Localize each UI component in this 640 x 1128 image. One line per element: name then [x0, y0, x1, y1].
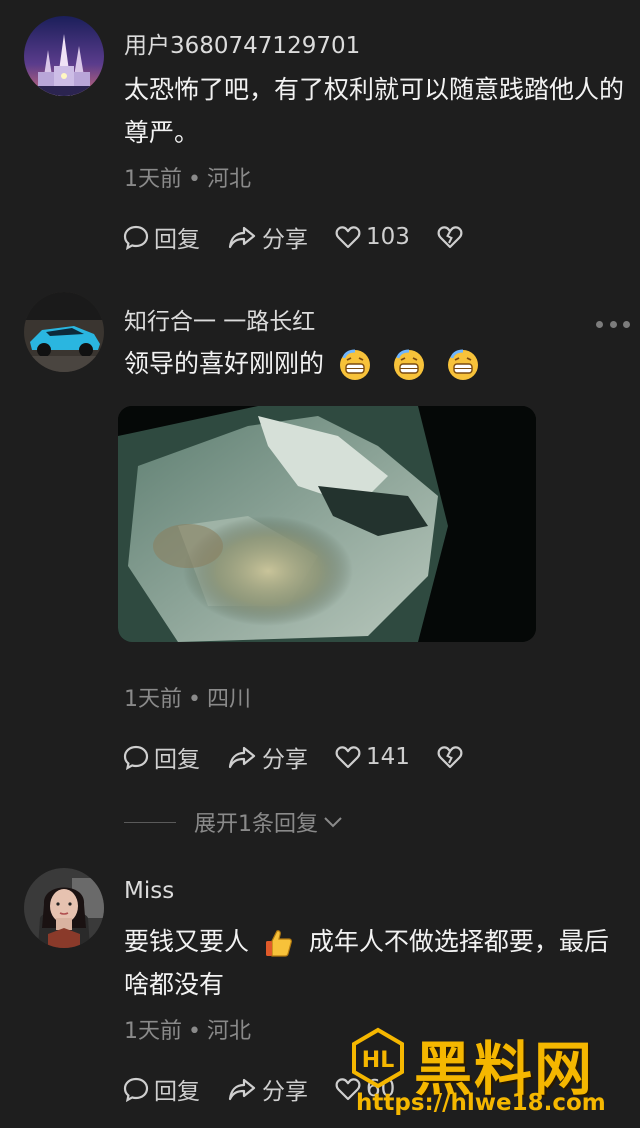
- broken-heart-icon: [437, 746, 463, 769]
- broken-heart-icon: [437, 226, 463, 249]
- comment-text-block: 要钱又要人 成年人不做选择都要，最后啥都没有: [124, 920, 624, 1006]
- divider-line: [124, 821, 176, 823]
- like-count: 141: [366, 744, 410, 770]
- comment-text: 领导的喜好刚刚的: [124, 349, 325, 378]
- share-arrow-icon: [228, 226, 256, 249]
- separator-dot: •: [188, 167, 201, 192]
- user-avatar[interactable]: [24, 868, 104, 948]
- sports-car-avatar-icon: [24, 292, 104, 372]
- user-avatar[interactable]: [24, 292, 104, 372]
- dot-icon: [596, 320, 603, 328]
- username[interactable]: 用户3680747129701: [124, 26, 360, 60]
- heart-icon: [335, 226, 361, 249]
- share-label: 分享: [262, 1079, 308, 1105]
- separator-dot: •: [188, 687, 201, 712]
- comment-text-part: 要钱又要人: [124, 927, 250, 956]
- expand-replies-label: 展开1条回复: [194, 812, 318, 837]
- heart-icon: [335, 746, 361, 769]
- comment-bubble-icon: [123, 745, 149, 771]
- dislike-button[interactable]: [436, 743, 468, 771]
- comment-location: 河北: [206, 167, 251, 192]
- chevron-down-icon: [324, 817, 342, 828]
- share-button[interactable]: 分享: [226, 740, 308, 774]
- castle-avatar-icon: [24, 16, 104, 96]
- share-arrow-icon: [228, 746, 256, 769]
- username[interactable]: 知行合一 一路长红: [124, 302, 315, 336]
- grinning-sweat-emoji-icon: [339, 349, 370, 380]
- comment-meta: 1天前 • 四川: [124, 681, 251, 713]
- username[interactable]: Miss: [124, 878, 174, 904]
- expand-replies-button[interactable]: 展开1条回复: [124, 806, 344, 838]
- share-button[interactable]: 分享: [226, 1072, 308, 1106]
- share-button[interactable]: 分享: [226, 220, 308, 254]
- bed-photo-image: [118, 406, 536, 642]
- share-arrow-icon: [228, 1078, 256, 1101]
- user-avatar[interactable]: [24, 16, 104, 96]
- thumbs-up-emoji-icon: [265, 930, 292, 957]
- share-label: 分享: [262, 227, 308, 253]
- reply-label: 回复: [154, 1079, 200, 1105]
- comment-bubble-icon: [123, 225, 149, 251]
- grinning-sweat-emoji-icon: [393, 349, 424, 380]
- like-button[interactable]: 141: [334, 743, 410, 771]
- dislike-button[interactable]: [436, 223, 468, 251]
- reply-label: 回复: [154, 227, 200, 253]
- woman-avatar-icon: [24, 868, 104, 948]
- dot-icon: [609, 320, 617, 328]
- comment-actions: 回复 分享 103: [122, 219, 494, 255]
- more-options-button[interactable]: [596, 318, 630, 330]
- reply-button[interactable]: 回复: [122, 220, 200, 254]
- comment-meta: 1天前 • 河北: [124, 1013, 251, 1045]
- comment-image[interactable]: [118, 406, 536, 642]
- comment-time: 1天前: [124, 167, 182, 192]
- grinning-sweat-emoji-icon: [447, 349, 478, 380]
- share-label: 分享: [262, 747, 308, 773]
- comment-time: 1天前: [124, 687, 182, 712]
- watermark-url: https://hlwe18.com: [356, 1090, 606, 1116]
- watermark-logo-text: HL: [362, 1048, 394, 1073]
- like-button[interactable]: 103: [334, 223, 410, 251]
- dot-icon: [623, 320, 630, 328]
- comment-location: 河北: [206, 1019, 251, 1044]
- comment-location: 四川: [206, 687, 251, 712]
- comment-time: 1天前: [124, 1019, 182, 1044]
- separator-dot: •: [188, 1019, 201, 1044]
- comment-bubble-icon: [123, 1077, 149, 1103]
- comment-actions: 回复 分享 141: [122, 739, 494, 775]
- comment-text: 太恐怖了吧，有了权利就可以随意践踏他人的尊严。: [124, 75, 625, 147]
- comment-meta: 1天前 • 河北: [124, 161, 251, 193]
- like-count: 103: [366, 224, 410, 250]
- comment-text-line: 领导的喜好刚刚的: [124, 342, 624, 385]
- reply-label: 回复: [154, 747, 200, 773]
- reply-button[interactable]: 回复: [122, 740, 200, 774]
- reply-button[interactable]: 回复: [122, 1072, 200, 1106]
